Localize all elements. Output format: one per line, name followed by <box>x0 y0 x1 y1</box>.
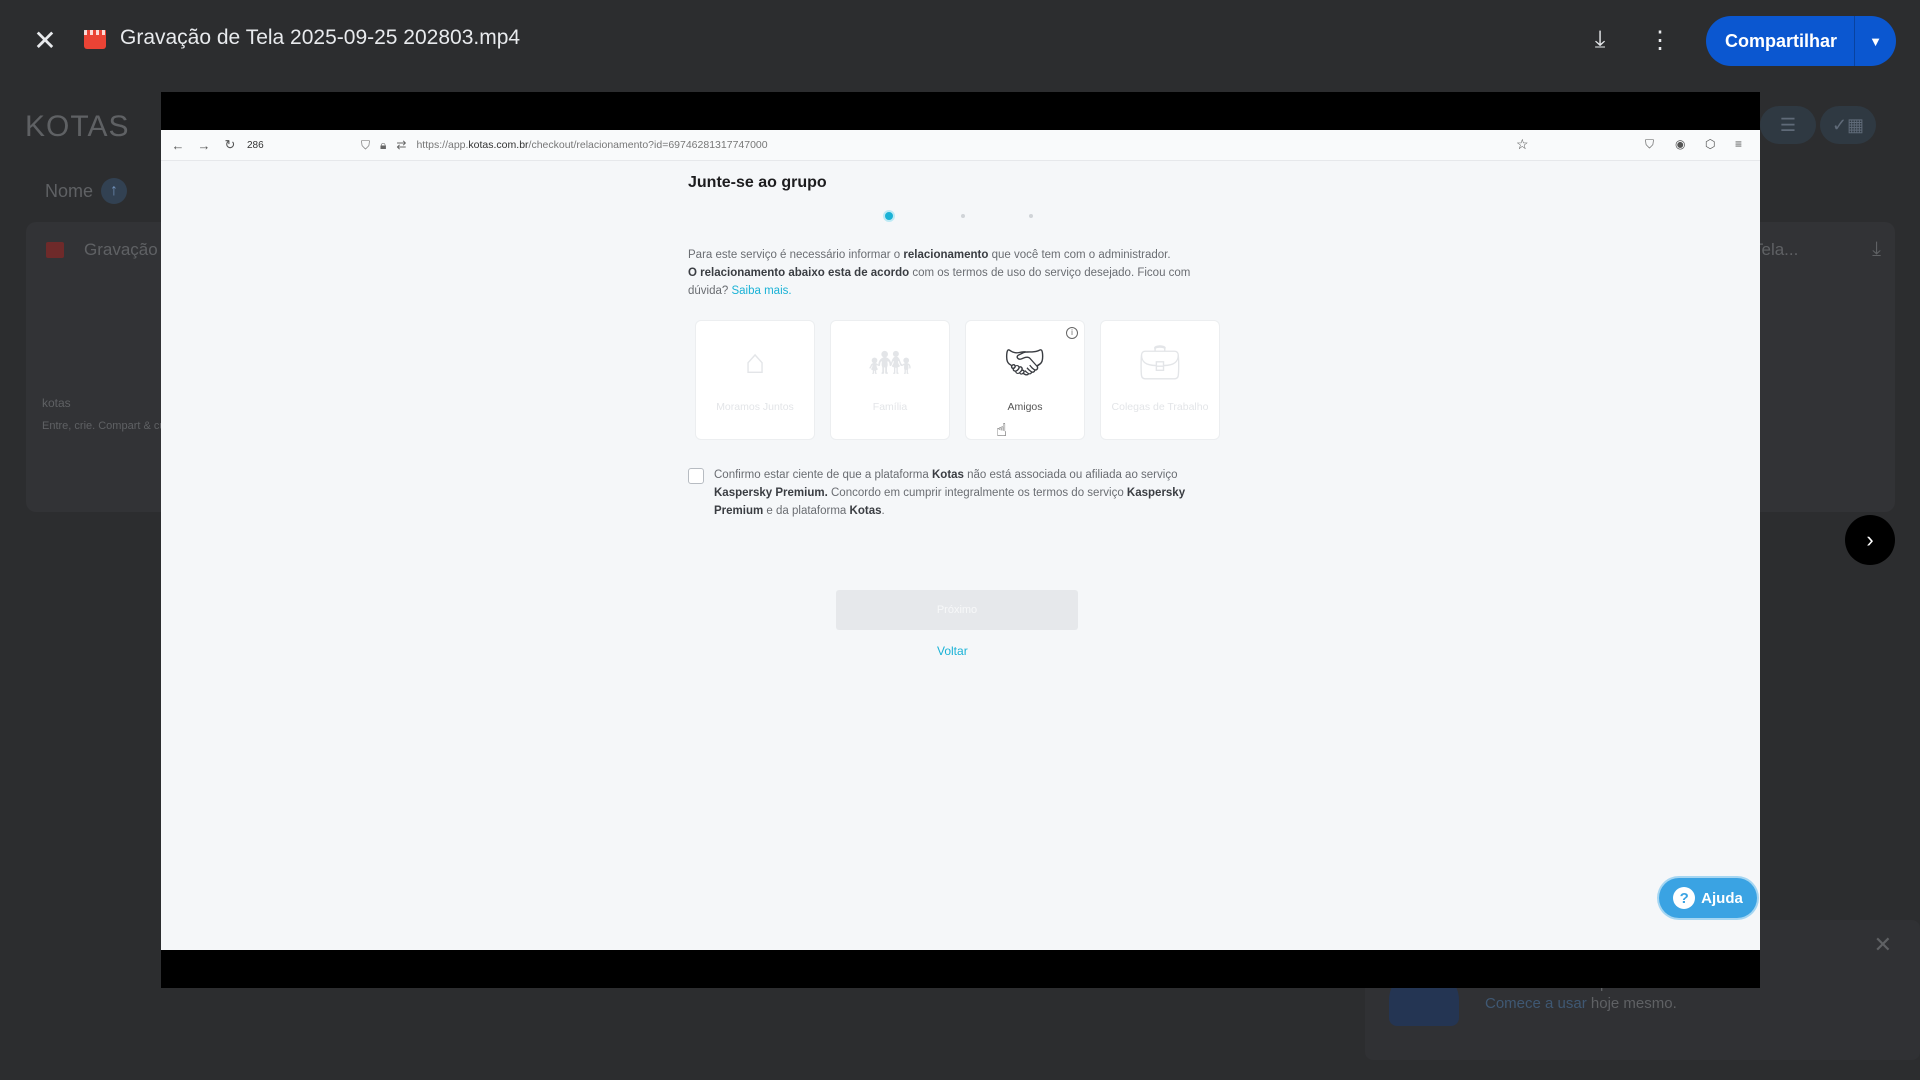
confirm-text-4: e da plataforma <box>763 505 850 517</box>
confirm-text-2: não está associada ou afiliada ao serviç… <box>963 469 1178 481</box>
share-button-group: Compartilhar ▼ <box>1706 16 1896 66</box>
address-bar: ⛉ 🔒︎ ⇄ https://app.kotas.com.br/checkout… <box>361 134 1701 156</box>
grid-view-icon: ✓▦ <box>1820 106 1876 144</box>
video-file-icon <box>84 30 106 49</box>
sort-label: Nome <box>45 180 94 201</box>
toast-suffix: hoje mesmo. <box>1590 995 1677 1012</box>
desc-bold-2: O relacionamento abaixo esta de acordo <box>688 267 910 279</box>
sort-arrow-up-icon: ↑ <box>101 178 128 204</box>
toast-link: Comece a usar <box>1485 995 1587 1012</box>
learn-more-link[interactable]: Saiba mais. <box>731 285 791 297</box>
confirm-bold-2: Kaspersky Premium. <box>714 487 828 499</box>
tab-count: 286 <box>247 139 264 151</box>
pocket-icon: ⛉ <box>1645 137 1655 151</box>
more-options-icon[interactable]: ⋮ <box>1640 22 1680 58</box>
step-3 <box>1029 214 1033 218</box>
family-icon: 👪︎ <box>868 344 912 382</box>
list-view-icon: ☰ <box>1760 106 1816 144</box>
file-card-right: Tela... ⤓ <box>1745 222 1895 512</box>
sort-control: Nome ↑ <box>45 178 128 204</box>
info-icon[interactable]: i <box>1066 327 1078 339</box>
step-2 <box>961 214 965 218</box>
share-dropdown-chevron-icon[interactable]: ▼ <box>1854 16 1896 66</box>
account-icon: ◉ <box>1675 137 1686 151</box>
shield-icon: ⛉ <box>361 137 371 152</box>
view-toggle: ☰ ✓▦ <box>1760 106 1876 144</box>
share-button[interactable]: Compartilhar <box>1706 16 1854 66</box>
viewer-toolbar: ✕ Gravação de Tela 2025-09-25 202803.mp4… <box>0 0 1920 80</box>
option-moramos-juntos[interactable]: ⌂ Moramos Juntos <box>695 320 815 440</box>
reload-icon: ↻ <box>224 137 236 152</box>
drive-folder-title: KOTAS <box>25 110 130 143</box>
option-label: Moramos Juntos <box>716 401 794 413</box>
url-path: /checkout/relacionamento?id=697462813177… <box>528 139 768 151</box>
video-file-icon <box>46 242 64 258</box>
terms-confirmation: Confirmo estar ciente de que a plataform… <box>688 466 1228 520</box>
file-card-name: Gravação <box>84 240 158 259</box>
download-icon: ⤓ <box>1872 238 1881 260</box>
close-viewer-button[interactable]: ✕ <box>25 20 65 60</box>
desc-text-1: Para este serviço é necessário informar … <box>688 249 904 261</box>
relationship-description: Para este serviço é necessário informar … <box>688 246 1228 300</box>
option-familia[interactable]: 👪︎ Família <box>830 320 950 440</box>
house-icon: ⌂ <box>744 343 766 381</box>
menu-icon: ≡ <box>1735 137 1743 151</box>
lock-icon: 🔒︎ <box>380 137 387 152</box>
kotas-brand: kotas <box>42 396 71 410</box>
extensions-icon: ⬡ <box>1705 137 1716 151</box>
confirm-text-5: . <box>881 505 885 517</box>
briefcase-icon: 💼︎ <box>1138 344 1182 382</box>
url-domain: kotas.com.br <box>468 139 529 151</box>
option-label: Amigos <box>1007 401 1043 413</box>
permissions-icon: ⇄ <box>396 138 407 152</box>
checkout-title: Junte-se ao grupo <box>688 174 827 191</box>
file-title: Gravação de Tela 2025-09-25 202803.mp4 <box>120 26 521 49</box>
help-button[interactable]: ? Ajuda <box>1659 878 1757 918</box>
url-prefix: https://app. <box>416 139 469 151</box>
browser-toolbar: ← → ↻ 286 ⛉ 🔒︎ ⇄ https://app.kotas.com.b… <box>161 130 1760 161</box>
back-link[interactable]: Voltar <box>937 644 968 658</box>
step-1-active <box>883 210 895 222</box>
terms-text: Confirmo estar ciente de que a plataform… <box>714 466 1228 520</box>
file-card-left: Gravação kotas Entre, crie. Compart & cu… <box>26 222 178 512</box>
help-label: Ajuda <box>1701 889 1743 907</box>
option-colegas-de-trabalho[interactable]: 💼︎ Colegas de Trabalho <box>1100 320 1220 440</box>
confirm-text-3: Concordo em cumprir integralmente os ter… <box>827 487 1127 499</box>
option-label: Colegas de Trabalho <box>1111 401 1209 413</box>
close-icon: ✕ <box>1873 932 1892 957</box>
option-amigos[interactable]: i 🤝︎ Amigos <box>965 320 1085 440</box>
confirm-text-1: Confirmo estar ciente de que a plataform… <box>714 469 932 481</box>
back-arrow-icon: ← <box>171 137 185 153</box>
bookmark-star-icon: ☆ <box>1516 136 1529 152</box>
hand-cursor-icon: ☝︎ <box>996 420 1007 440</box>
video-player[interactable]: ← → ↻ 286 ⛉ 🔒︎ ⇄ https://app.kotas.com.b… <box>161 92 1760 988</box>
desc-text-2: que você tem com o administrador. <box>988 249 1171 261</box>
url-text: https://app.kotas.com.br/checkout/relaci… <box>416 139 767 151</box>
next-file-chevron-right-icon[interactable]: › <box>1845 515 1895 565</box>
option-label: Família <box>872 401 908 413</box>
next-button[interactable]: Próximo <box>836 590 1078 630</box>
terms-checkbox[interactable] <box>688 468 704 484</box>
friends-handshake-icon: 🤝︎ <box>1003 344 1047 382</box>
relationship-options: ⌂ Moramos Juntos 👪︎ Família i 🤝︎ Amigos … <box>695 320 1220 440</box>
forward-arrow-icon: → <box>197 137 211 153</box>
confirm-bold-1: Kotas <box>931 469 964 481</box>
question-icon: ? <box>1673 887 1696 909</box>
video-frame: ← → ↻ 286 ⛉ 🔒︎ ⇄ https://app.kotas.com.b… <box>161 130 1760 950</box>
desc-bold-1: relacionamento <box>903 249 989 261</box>
download-icon[interactable]: ⤓ <box>1580 22 1620 58</box>
step-indicator <box>883 210 1083 222</box>
confirm-bold-4: Kotas <box>849 505 882 517</box>
